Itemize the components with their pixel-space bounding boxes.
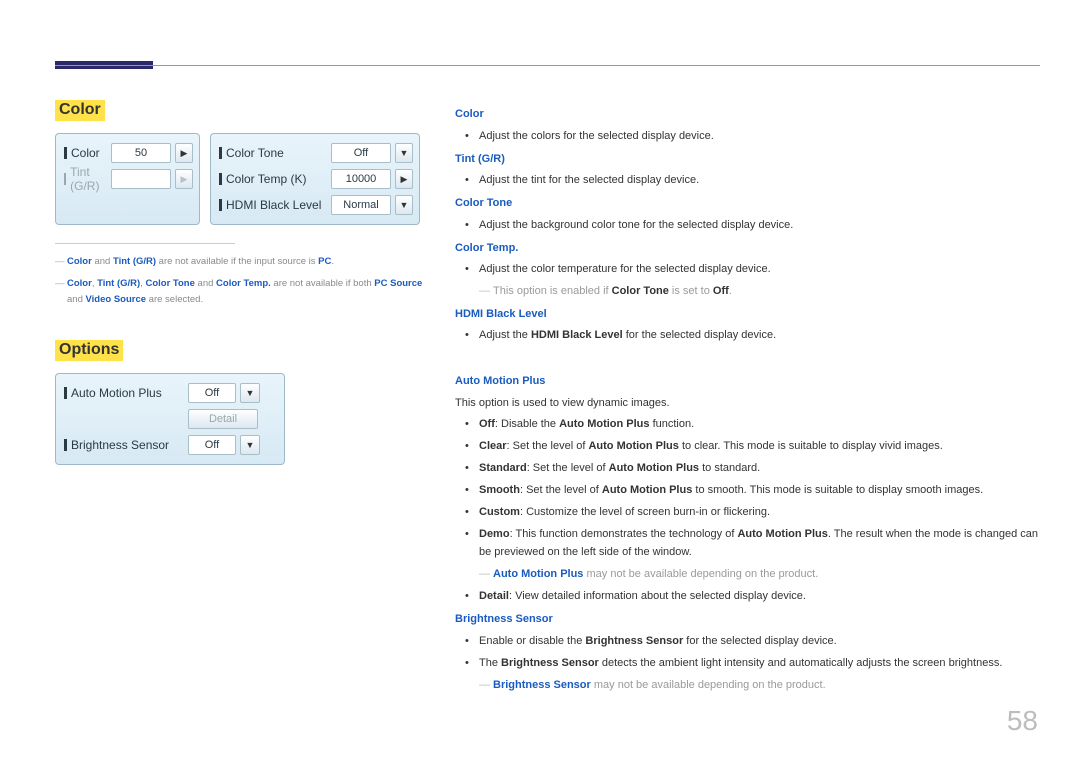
bs-label: Brightness Sensor [62,438,184,452]
color-temp-value[interactable]: 10000 [331,169,391,189]
color-label: Color [62,146,107,160]
color-stepper[interactable]: ▶ [175,143,193,163]
color-temp-stepper[interactable]: ▶ [395,169,413,189]
amp-custom: Custom: Customize the level of screen bu… [479,504,1045,521]
bs-dropdown[interactable]: ▼ [240,435,260,455]
tint-value [111,169,171,189]
desc-temp: Adjust the color temperature for the sel… [479,261,1045,278]
amp-clear: Clear: Set the level of Auto Motion Plus… [479,438,1045,455]
heading-tone: Color Tone [455,195,1045,212]
heading-tint: Tint (G/R) [455,151,1045,168]
footnote-divider [55,243,235,244]
tint-stepper: ▶ [175,169,193,189]
section-title-options: Options [55,340,123,361]
amp-smooth: Smooth: Set the level of Auto Motion Plu… [479,482,1045,499]
heading-hdmi: HDMI Black Level [455,306,1045,323]
section-title-color: Color [55,100,105,121]
amp-off: Off: Disable the Auto Motion Plus functi… [479,416,1045,433]
left-column: Color Color 50 ▶ Tint (G/R) ▶ Color Tone… [55,100,430,465]
heading-color: Color [455,106,1045,123]
tint-label: Tint (G/R) [62,165,107,193]
color-value[interactable]: 50 [111,143,171,163]
hdmi-black-dropdown[interactable]: ▼ [395,195,413,215]
heading-temp: Color Temp. [455,240,1045,257]
panel-color: Color 50 ▶ Tint (G/R) ▶ [55,133,200,225]
desc-tone: Adjust the background color tone for the… [479,217,1045,234]
desc-color: Adjust the colors for the selected displ… [479,128,1045,145]
note-amp: Auto Motion Plus may not be available de… [479,566,1045,583]
color-tone-label: Color Tone [217,146,327,160]
note-bs: Brightness Sensor may not be available d… [479,677,1045,694]
panel-options: Auto Motion Plus Off ▼ Detail Brightness… [55,373,285,465]
amp-demo: Demo: This function demonstrates the tec… [479,526,1045,560]
amp-standard: Standard: Set the level of Auto Motion P… [479,460,1045,477]
amp-intro: This option is used to view dynamic imag… [455,395,1045,412]
header-rule [55,65,1040,66]
panel-tone: Color Tone Off ▼ Color Temp (K) 10000 ▶ … [210,133,420,225]
bs-li1: Enable or disable the Brightness Sensor … [479,633,1045,650]
bs-li2: The Brightness Sensor detects the ambien… [479,655,1045,672]
note-temp: This option is enabled if Color Tone is … [479,283,1045,300]
amp-detail: Detail: View detailed information about … [479,588,1045,605]
desc-tint: Adjust the tint for the selected display… [479,172,1045,189]
footnote-1: Color and Tint (G/R) are not available i… [55,254,430,270]
right-column: Color Adjust the colors for the selected… [455,100,1045,699]
footnote-2: Color, Tint (G/R), Color Tone and Color … [55,276,430,308]
hdmi-black-label: HDMI Black Level [217,198,327,212]
detail-button[interactable]: Detail [188,409,258,429]
amp-value[interactable]: Off [188,383,236,403]
heading-amp: Auto Motion Plus [455,373,1045,390]
color-tone-value[interactable]: Off [331,143,391,163]
color-temp-label: Color Temp (K) [217,172,327,186]
desc-hdmi: Adjust the HDMI Black Level for the sele… [479,327,1045,344]
heading-bs: Brightness Sensor [455,611,1045,628]
bs-value[interactable]: Off [188,435,236,455]
amp-dropdown[interactable]: ▼ [240,383,260,403]
color-tone-dropdown[interactable]: ▼ [395,143,413,163]
amp-label: Auto Motion Plus [62,386,184,400]
hdmi-black-value[interactable]: Normal [331,195,391,215]
page-number: 58 [1007,705,1038,737]
